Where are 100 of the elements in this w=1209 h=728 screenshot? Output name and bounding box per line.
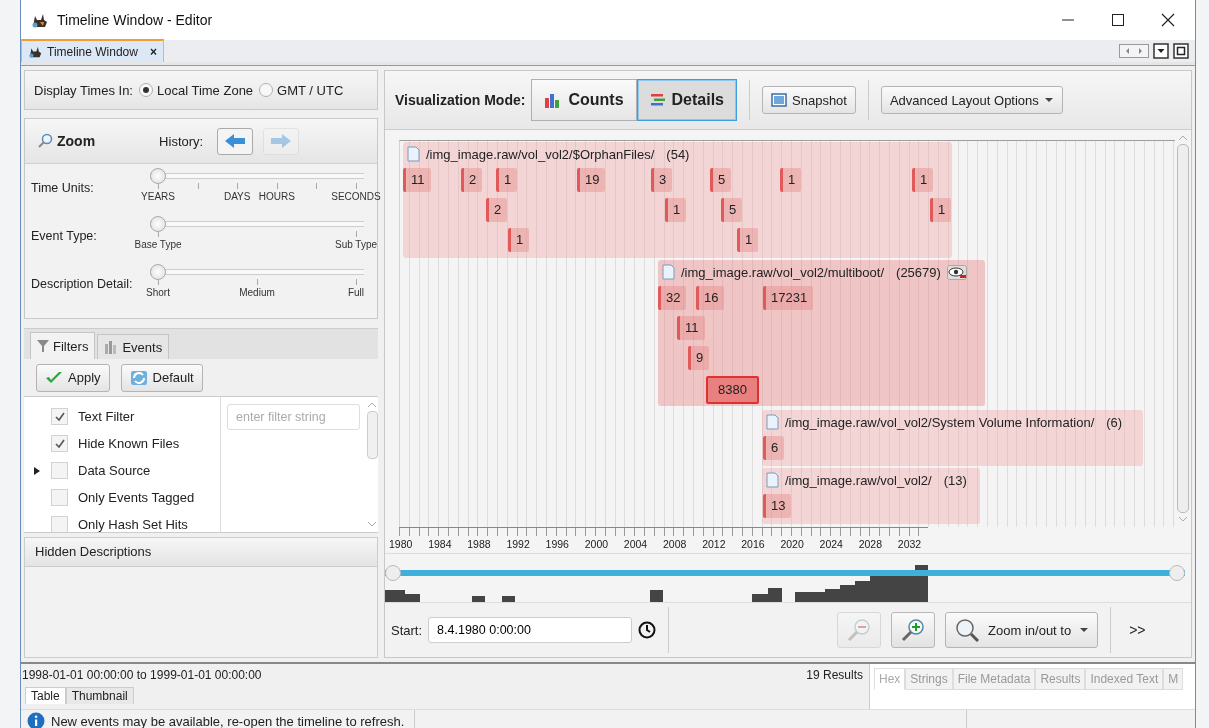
event-bar[interactable]: 2: [461, 168, 483, 192]
event-bar[interactable]: 8380: [706, 376, 759, 404]
panel-tab[interactable]: Events: [97, 334, 170, 359]
event-bar[interactable]: 5: [710, 168, 732, 192]
tick-label: Sub Type: [334, 239, 378, 250]
event-bar[interactable]: 1: [508, 228, 530, 252]
document-tab[interactable]: Timeline Window ×: [21, 39, 164, 62]
filter-label: Only Events Tagged: [78, 490, 195, 505]
event-bar[interactable]: 9: [688, 346, 710, 370]
slider-thumb[interactable]: [150, 168, 166, 184]
checkbox[interactable]: [51, 408, 68, 425]
event-cluster[interactable]: /img_image.raw/vol_vol2/System Volume Information/ (6) 6: [762, 410, 1143, 466]
timezone-radio[interactable]: Local Time Zone: [139, 82, 254, 98]
details-icon: [649, 92, 666, 108]
event-bar[interactable]: 11: [677, 316, 705, 340]
advanced-layout-dropdown[interactable]: Advanced Layout Options: [880, 86, 1063, 114]
panel-tab[interactable]: Filters: [30, 332, 96, 359]
axis-label: 2012: [702, 538, 727, 550]
event-bar[interactable]: 1: [737, 228, 759, 252]
back-button[interactable]: [217, 127, 254, 155]
event-bar[interactable]: 3: [651, 168, 673, 192]
event-bar[interactable]: 1: [780, 168, 802, 192]
histogram-bar: [915, 565, 928, 602]
event-bar[interactable]: 19: [577, 168, 606, 192]
axis-label: 2024: [819, 538, 844, 550]
filter-input-field[interactable]: enter filter string: [227, 404, 360, 430]
snapshot-button[interactable]: Snapshot: [762, 86, 856, 114]
zoom-title: Zoom: [57, 133, 96, 149]
histogram-bar: [472, 596, 485, 602]
scroll-up-icon[interactable]: [367, 401, 377, 409]
scroll-down-icon[interactable]: [367, 520, 377, 528]
eye-icon[interactable]: [946, 264, 967, 280]
info-icon: [27, 712, 45, 728]
view-tab[interactable]: Table: [25, 687, 66, 704]
scroll-up-icon[interactable]: [1178, 134, 1188, 142]
checkbox[interactable]: [51, 462, 68, 479]
slider-label: Description Detail:: [31, 277, 134, 291]
checkbox[interactable]: [51, 489, 68, 506]
funnel-icon: [37, 339, 49, 353]
expand-icon[interactable]: [33, 465, 41, 476]
range-thumb[interactable]: [1169, 565, 1185, 581]
event-bar[interactable]: 2: [486, 198, 508, 222]
event-bar[interactable]: 1: [912, 168, 934, 192]
start-date-field[interactable]: 8.4.1980 0:00:00: [428, 617, 633, 643]
dropdown-icon[interactable]: [1153, 43, 1169, 59]
bars-icon: [104, 340, 119, 354]
caret-icon: [1043, 97, 1054, 103]
tick-label: YEARS: [141, 191, 175, 202]
scroll-down-icon[interactable]: [1178, 515, 1188, 523]
zoom-to-dropdown[interactable]: Zoom in/out to: [945, 612, 1099, 648]
mode-toggle-button[interactable]: Counts: [531, 79, 637, 121]
filter-label: Only Hash Set Hits: [78, 517, 188, 532]
event-bar[interactable]: 6: [763, 436, 785, 460]
view-tab[interactable]: Thumbnail: [65, 687, 134, 704]
histogram-bar: [650, 590, 663, 602]
search-icon: [37, 133, 53, 149]
restore-icon[interactable]: [1173, 43, 1189, 59]
overflow-button[interactable]: >>: [1129, 622, 1146, 638]
event-bar[interactable]: 11: [403, 168, 431, 192]
mode-toggle-button[interactable]: Details: [636, 79, 737, 121]
event-cluster[interactable]: /img_image.raw/vol_vol2/multiboot/ (25679) 32 16 17231 11 9 8380: [658, 260, 985, 406]
visualization-mode-label: Visualization Mode:: [395, 92, 526, 108]
close-icon[interactable]: [1161, 13, 1175, 27]
event-bar[interactable]: 5: [721, 198, 743, 222]
checkbox[interactable]: [51, 516, 68, 532]
event-bar[interactable]: 1: [665, 198, 687, 222]
event-cluster[interactable]: /img_image.raw/vol_vol2/$OrphanFiles/ (54) 11 2 1 19 3 5 1 1 2 1 5 1 1 1: [403, 142, 952, 258]
histogram-bar: [795, 592, 810, 602]
hidden-descriptions-header[interactable]: Hidden Descriptions: [24, 537, 378, 567]
event-bar[interactable]: 32: [658, 286, 687, 310]
tab-label: Timeline Window: [47, 44, 138, 59]
axis-label: 2000: [584, 538, 610, 550]
slider-thumb[interactable]: [150, 216, 166, 232]
history-label: History:: [159, 133, 204, 149]
maximize-icon[interactable]: [1111, 13, 1125, 27]
animal-icon: [31, 12, 49, 28]
slider-thumb[interactable]: [150, 264, 166, 280]
slider-label: Time Units:: [31, 181, 95, 195]
event-bar[interactable]: 17231: [763, 286, 814, 310]
histogram-bar: [502, 596, 515, 602]
zoom-in-button[interactable]: [891, 612, 936, 648]
timezone-radio[interactable]: GMT / UTC: [259, 82, 344, 98]
status-message: New events may be available, re-open the timeline to refresh.: [51, 713, 405, 728]
close-tab-button[interactable]: ×: [149, 44, 157, 59]
event-bar[interactable]: 1: [496, 168, 518, 192]
event-bar[interactable]: 13: [763, 494, 792, 518]
caret-icon: [1079, 627, 1090, 633]
tick-label: Short: [146, 287, 170, 298]
zoom-out-icon: [846, 618, 873, 642]
event-bar[interactable]: 16: [696, 286, 725, 310]
range-thumb[interactable]: [385, 565, 401, 581]
cluster-path: /img_image.raw/vol_vol2/$OrphanFiles/: [426, 146, 655, 162]
apply-button[interactable]: Apply: [36, 363, 110, 392]
event-cluster[interactable]: /img_image.raw/vol_vol2/ (13) 13: [762, 468, 980, 524]
event-bar[interactable]: 1: [930, 198, 952, 222]
checkbox[interactable]: [51, 435, 68, 452]
date-range-text: 1998-01-01 00:00:00 to 1999-01-01 00:00:00: [22, 668, 262, 682]
clock-icon[interactable]: [638, 621, 657, 639]
default-button[interactable]: Default: [120, 363, 203, 392]
axis-label: 1988: [467, 538, 492, 550]
